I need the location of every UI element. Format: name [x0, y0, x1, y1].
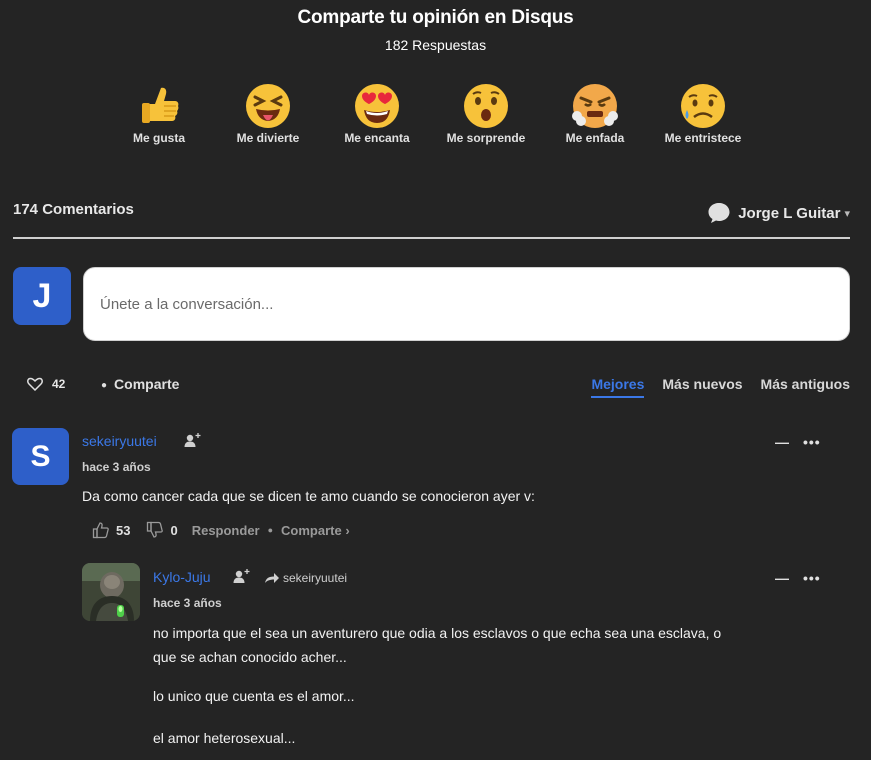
sort-tabs: Mejores Más nuevos Más antiguos [573, 376, 850, 398]
more-options-icon[interactable]: ••• [803, 570, 821, 586]
collapse-button[interactable]: — [775, 570, 789, 586]
comment-count: 174 Comentarios [13, 201, 134, 218]
thread-actions: 42 ● Comparte Mejores Más nuevos Más anti… [13, 373, 850, 401]
comment-paragraph: no importa que el sea un aventurero que … [153, 625, 722, 641]
sort-oldest[interactable]: Más antiguos [761, 376, 850, 398]
reaction-me-encanta[interactable]: Me encanta [322, 82, 432, 145]
comment-paragraph: el amor heterosexual... [153, 730, 296, 746]
heart-eyes-icon [355, 84, 399, 128]
reply-button[interactable]: Responder [192, 523, 260, 538]
comment-avatar[interactable] [82, 563, 140, 621]
thumbs-down-outline-icon[interactable] [146, 521, 164, 539]
laughing-face-icon [246, 84, 290, 128]
user-menu[interactable]: Jorge L Guitar ▾ [707, 201, 850, 225]
more-options-icon[interactable]: ••• [803, 434, 821, 450]
follow-user-icon[interactable] [233, 568, 251, 584]
share-label: Comparte [114, 376, 180, 392]
comment-share-button[interactable]: Comparte › [281, 523, 350, 538]
speech-bubble-icon [708, 203, 730, 223]
comment-paragraph: lo unico que cuenta es el amor... [153, 688, 355, 704]
reaction-label: Me entristece [664, 131, 742, 145]
user-name: Jorge L Guitar [738, 204, 841, 222]
comment-paragraph: que se achan conocido acher... [153, 649, 347, 665]
reaction-label: Me encanta [344, 131, 410, 145]
page-title: Comparte tu opinión en Disqus [297, 7, 574, 28]
angry-face-icon [572, 84, 618, 128]
reaction-me-enfada[interactable]: Me enfada [540, 82, 650, 145]
comment-footer: 53 0 Responder ● Comparte › [92, 521, 350, 539]
reply-arrow-icon [265, 573, 279, 583]
thumbs-up-icon [142, 87, 179, 123]
thread-topbar: 174 Comentarios Jorge L Guitar ▾ [13, 199, 850, 239]
comment-author[interactable]: Kylo-Juju [153, 569, 211, 585]
comment-avatar[interactable]: S [12, 428, 69, 485]
follow-user-icon[interactable] [184, 432, 202, 448]
comment-author[interactable]: sekeiryuutei [82, 433, 157, 449]
comment-timestamp[interactable]: hace 3 años [82, 460, 151, 474]
favorite-count: 42 [52, 377, 66, 391]
share-button[interactable]: ● Comparte [101, 376, 179, 392]
composer-avatar[interactable]: J [13, 267, 71, 325]
reaction-me-gusta[interactable]: Me gusta [104, 82, 214, 145]
responses-count: 182 Respuestas [384, 37, 487, 53]
comment-body: Da como cancer cada que se dicen te amo … [82, 488, 535, 504]
favorite-button[interactable]: 42 [27, 377, 65, 391]
chevron-down-icon: ▾ [844, 207, 850, 220]
sort-best[interactable]: Mejores [591, 376, 645, 398]
downvote-count: 0 [170, 522, 178, 538]
thumbs-up-outline-icon[interactable] [92, 521, 110, 539]
comment-menu: — ••• [775, 434, 821, 450]
comment-input[interactable]: Únete a la conversación... [83, 267, 850, 341]
separator-dot: ● [267, 525, 274, 535]
reaction-label: Me enfada [565, 131, 625, 145]
reply-to-indicator[interactable]: sekeiryuutei [264, 571, 347, 585]
comment-timestamp[interactable]: hace 3 años [153, 596, 222, 610]
reactions-bar: Me gusta Me divierte Me encanta Me sorpr… [0, 82, 871, 152]
reactions-header: Comparte tu opinión en Disqus 182 Respue… [0, 0, 871, 53]
sort-newest[interactable]: Más nuevos [662, 376, 742, 398]
avatar-image [82, 563, 140, 621]
reply-to-name: sekeiryuutei [283, 571, 348, 585]
surprised-face-icon [464, 84, 508, 128]
collapse-button[interactable]: — [775, 434, 789, 450]
comment-menu: — ••• [775, 570, 821, 586]
reaction-me-divierte[interactable]: Me divierte [213, 82, 323, 145]
reaction-label: Me sorprende [446, 131, 526, 145]
reaction-me-entristece[interactable]: Me entristece [648, 82, 758, 145]
sad-face-icon [681, 84, 725, 128]
heart-icon [27, 377, 43, 391]
reaction-label: Me divierte [236, 131, 300, 145]
upvote-count: 53 [116, 522, 131, 538]
separator-dot: ● [101, 380, 108, 391]
reaction-label: Me gusta [132, 131, 185, 145]
reaction-me-sorprende[interactable]: Me sorprende [431, 82, 541, 145]
